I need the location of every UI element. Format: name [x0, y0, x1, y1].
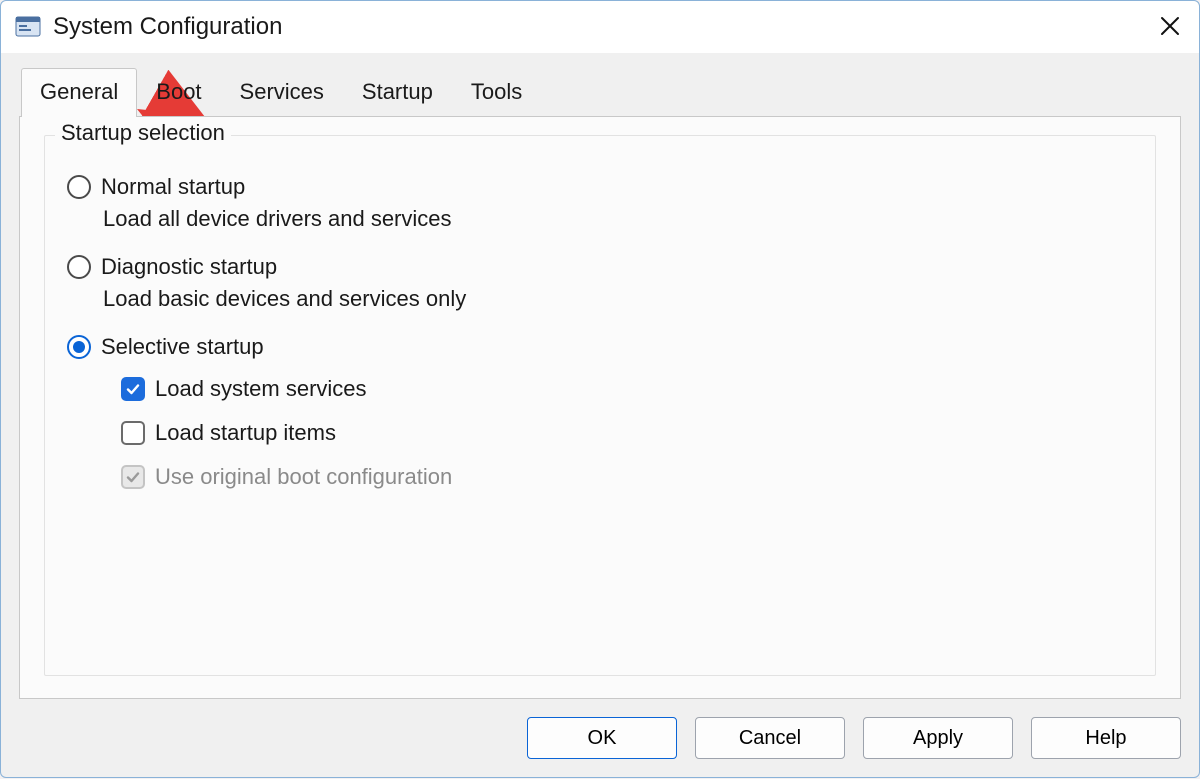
radio-icon	[67, 255, 91, 279]
close-icon	[1160, 16, 1180, 39]
close-button[interactable]	[1147, 4, 1193, 50]
titlebar: System Configuration	[1, 1, 1199, 53]
tab-tools[interactable]: Tools	[452, 68, 541, 117]
system-configuration-window: System Configuration General Boot Servic…	[0, 0, 1200, 778]
option-diagnostic-desc: Load basic devices and services only	[103, 286, 1133, 312]
tab-panel-general: Startup selection Normal startup Load al…	[19, 116, 1181, 699]
checkbox-label: Load startup items	[155, 420, 336, 446]
checkbox-icon	[121, 377, 145, 401]
startup-selection-group: Startup selection Normal startup Load al…	[44, 135, 1156, 676]
option-selective-startup[interactable]: Selective startup	[67, 334, 1133, 360]
msconfig-icon	[15, 14, 41, 40]
option-label: Normal startup	[101, 174, 245, 200]
radio-icon	[67, 175, 91, 199]
option-diagnostic-startup[interactable]: Diagnostic startup	[67, 254, 1133, 280]
help-button[interactable]: Help	[1031, 717, 1181, 759]
tabstrip: General Boot Services Startup Tools	[21, 67, 1181, 116]
tab-general[interactable]: General	[21, 68, 137, 117]
checkbox-label: Use original boot configuration	[155, 464, 452, 490]
cancel-button[interactable]: Cancel	[695, 717, 845, 759]
tab-services[interactable]: Services	[221, 68, 343, 117]
checkbox-icon	[121, 421, 145, 445]
option-normal-desc: Load all device drivers and services	[103, 206, 1133, 232]
option-label: Selective startup	[101, 334, 264, 360]
group-legend: Startup selection	[55, 120, 231, 146]
tab-startup[interactable]: Startup	[343, 68, 452, 117]
checkbox-label: Load system services	[155, 376, 367, 402]
checkbox-load-startup-items[interactable]: Load startup items	[121, 420, 1133, 446]
checkbox-load-system-services[interactable]: Load system services	[121, 376, 1133, 402]
client-area: General Boot Services Startup Tools Star…	[1, 53, 1199, 777]
option-label: Diagnostic startup	[101, 254, 277, 280]
apply-button[interactable]: Apply	[863, 717, 1013, 759]
checkbox-use-original-boot-configuration: Use original boot configuration	[121, 464, 1133, 490]
option-normal-startup[interactable]: Normal startup	[67, 174, 1133, 200]
ok-button[interactable]: OK	[527, 717, 677, 759]
window-title: System Configuration	[53, 13, 282, 41]
tab-boot[interactable]: Boot	[137, 68, 220, 117]
radio-icon	[67, 335, 91, 359]
dialog-button-row: OK Cancel Apply Help	[19, 699, 1181, 759]
selective-sub-options: Load system services Load startup items …	[121, 376, 1133, 490]
checkbox-icon	[121, 465, 145, 489]
